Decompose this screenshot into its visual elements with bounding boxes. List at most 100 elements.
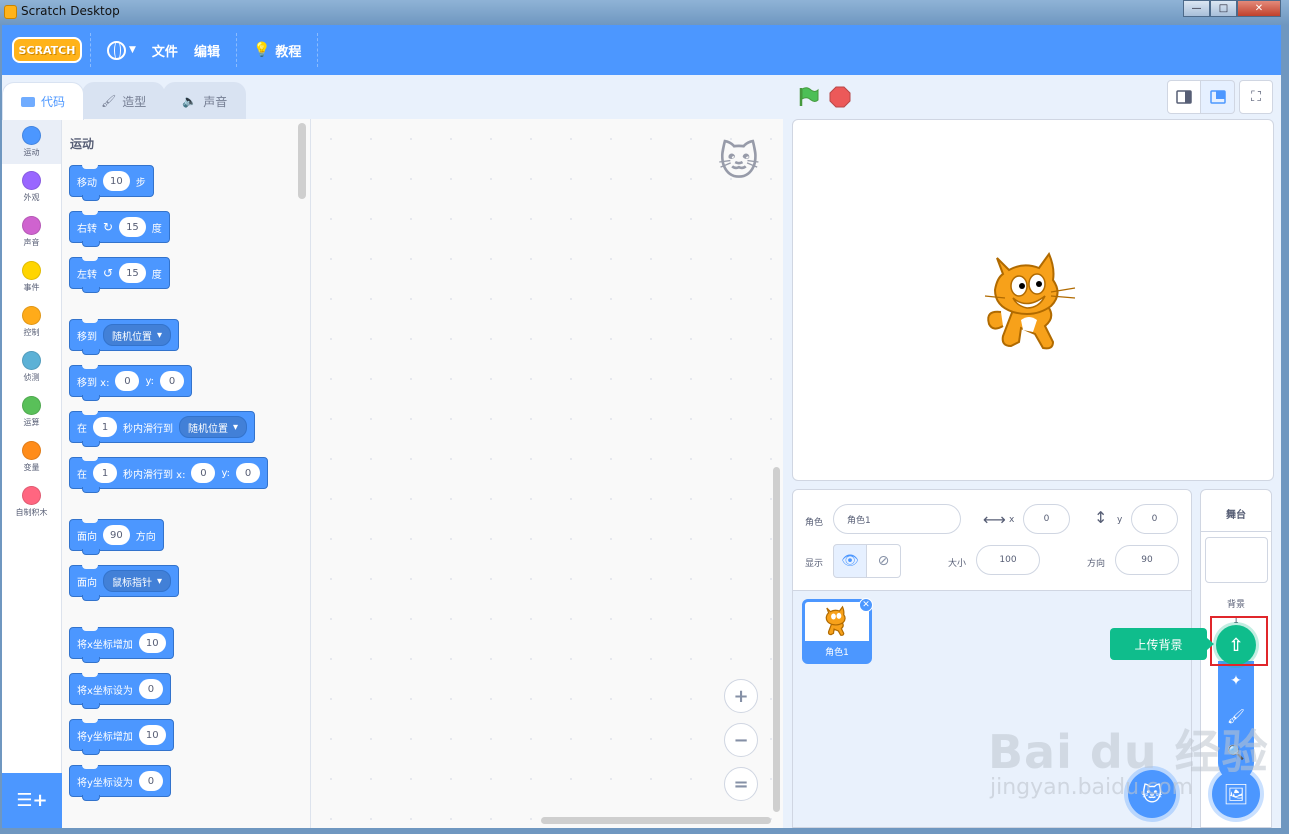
block-input-x[interactable]: 0 xyxy=(191,463,216,483)
sprite-name-label: 角色 xyxy=(805,518,824,528)
category-operators[interactable]: 运算 xyxy=(2,389,61,434)
block-input[interactable]: 10 xyxy=(138,633,166,653)
window-controls: — □ ✕ xyxy=(1183,0,1281,17)
eye-icon: 👁 xyxy=(841,553,859,569)
block-goto-xy[interactable]: 移到 x: 0 y: 0 xyxy=(69,365,193,401)
search-icon: 🔍 xyxy=(1227,745,1245,761)
workspace-horizontal-scrollbar[interactable] xyxy=(541,817,771,824)
block-turn-right[interactable]: 右转 ↻ 15 度 xyxy=(69,211,170,247)
sprite-tile-name: 角色1 xyxy=(805,641,869,661)
block-glide-xy[interactable]: 在 1 秒内滑行到 x: 0 y: 0 xyxy=(69,457,269,493)
hide-sprite-button[interactable]: ⊘ xyxy=(867,544,901,578)
tutorials-menu[interactable]: 💡 教程 xyxy=(245,41,309,60)
add-backdrop-button[interactable]: 🖼 xyxy=(1212,770,1260,818)
block-move-steps[interactable]: 移动 10 步 xyxy=(69,165,154,201)
window-title: Scratch Desktop xyxy=(21,4,120,18)
small-stage-button[interactable] xyxy=(1167,80,1201,114)
stop-sign-icon[interactable] xyxy=(829,86,851,108)
stage-canvas[interactable] xyxy=(792,119,1274,481)
tab-costumes[interactable]: 🖌 造型 xyxy=(82,82,166,119)
block-input[interactable]: 10 xyxy=(103,171,130,191)
minimize-button[interactable]: — xyxy=(1183,0,1210,17)
category-events[interactable]: 事件 xyxy=(2,254,61,299)
window-frame-bottom xyxy=(0,828,1289,834)
block-set-x[interactable]: 将x坐标设为 0 xyxy=(69,673,171,709)
file-menu[interactable]: 文件 xyxy=(144,41,186,60)
block-change-y[interactable]: 将y坐标增加 10 xyxy=(69,719,174,755)
x-input[interactable]: 0 xyxy=(1023,504,1070,534)
category-variables[interactable]: 变量 xyxy=(2,434,61,479)
block-input[interactable]: 1 xyxy=(93,463,117,483)
delete-sprite-button[interactable]: ✕ xyxy=(859,598,873,612)
block-input[interactable]: 90 xyxy=(103,525,130,545)
block-point-towards[interactable]: 面向 鼠标指针 ▾ xyxy=(69,565,180,601)
block-change-x[interactable]: 将x坐标增加 10 xyxy=(69,627,174,663)
block-input[interactable]: 0 xyxy=(138,771,163,791)
surprise-button[interactable]: ✦ xyxy=(1218,663,1254,699)
block-glide-to[interactable]: 在 1 秒内滑行到 随机位置 ▾ xyxy=(69,411,256,447)
y-input[interactable]: 0 xyxy=(1131,504,1178,534)
fullscreen-button[interactable]: ⛶ xyxy=(1239,80,1273,114)
block-text: 将x坐标增加 xyxy=(77,639,133,651)
block-dropdown[interactable]: 随机位置 ▾ xyxy=(179,416,248,438)
choose-backdrop-button[interactable]: 🔍 xyxy=(1218,735,1254,771)
green-flag-icon[interactable] xyxy=(797,86,819,108)
block-dropdown[interactable]: 鼠标指针 ▾ xyxy=(103,570,172,592)
zoom-out-button[interactable]: − xyxy=(724,723,758,757)
add-extension-button[interactable]: ☰+ xyxy=(2,773,62,828)
category-motion[interactable]: 运动 xyxy=(2,119,61,164)
close-window-button[interactable]: ✕ xyxy=(1237,0,1281,17)
menu-divider xyxy=(235,33,237,67)
block-input[interactable]: 15 xyxy=(119,217,146,237)
block-text: 度 xyxy=(151,269,162,281)
category-dot xyxy=(22,305,41,325)
large-stage-button[interactable] xyxy=(1201,80,1235,114)
block-set-y[interactable]: 将y坐标设为 0 xyxy=(69,765,171,801)
scratch-app-icon xyxy=(4,5,17,19)
block-input[interactable]: 1 xyxy=(93,417,117,437)
block-point-direction[interactable]: 面向 90 方向 xyxy=(69,519,164,555)
sprite-tile[interactable]: ✕ 角色1 xyxy=(802,598,873,664)
image-add-icon: 🖼 xyxy=(1223,782,1249,806)
tab-sounds[interactable]: 🔈 声音 xyxy=(163,82,247,119)
code-workspace[interactable] xyxy=(311,119,783,828)
lightbulb-icon: 💡 xyxy=(252,42,271,58)
category-sensing[interactable]: 侦测 xyxy=(2,344,61,389)
block-input-x[interactable]: 0 xyxy=(115,371,140,391)
category-looks[interactable]: 外观 xyxy=(2,164,61,209)
language-menu[interactable]: ▼ xyxy=(99,40,144,60)
window-frame-right xyxy=(1281,25,1289,834)
paint-button[interactable]: 🖌 xyxy=(1218,699,1254,735)
direction-input[interactable]: 90 xyxy=(1115,545,1179,575)
zoom-in-icon: + xyxy=(733,685,749,707)
show-sprite-button[interactable]: 👁 xyxy=(833,544,867,578)
category-control[interactable]: 控制 xyxy=(2,299,61,344)
scratch-logo[interactable]: SCRATCH xyxy=(12,37,82,63)
category-sound[interactable]: 声音 xyxy=(2,209,61,254)
sprite-name-input[interactable]: 角色1 xyxy=(833,504,961,534)
category-my-blocks[interactable]: 自制积木 xyxy=(2,479,61,524)
cat-sprite[interactable] xyxy=(983,248,1085,354)
block-input[interactable]: 10 xyxy=(138,725,166,745)
zoom-in-button[interactable]: + xyxy=(724,679,758,713)
workspace-vertical-scrollbar[interactable] xyxy=(773,467,780,812)
block-turn-left[interactable]: 左转 ↺ 15 度 xyxy=(69,257,170,293)
zoom-reset-button[interactable]: = xyxy=(724,767,758,801)
block-goto[interactable]: 移到 随机位置 ▾ xyxy=(69,319,180,355)
edit-menu[interactable]: 编辑 xyxy=(186,41,228,60)
maximize-button[interactable]: □ xyxy=(1210,0,1237,17)
cat-thumbnail-icon xyxy=(825,605,846,636)
size-input[interactable]: 100 xyxy=(976,545,1040,575)
block-input-y[interactable]: 0 xyxy=(236,463,261,483)
editor-tabs: 代码 🖌 造型 🔈 声音 xyxy=(2,82,247,120)
tab-code[interactable]: 代码 xyxy=(2,82,85,120)
block-dropdown[interactable]: 随机位置 ▾ xyxy=(103,324,172,346)
rotate-right-icon: ↻ xyxy=(103,220,114,234)
block-input[interactable]: 0 xyxy=(138,679,163,699)
block-input[interactable]: 15 xyxy=(119,263,146,283)
block-text: 方向 xyxy=(135,531,156,543)
block-input-y[interactable]: 0 xyxy=(160,371,185,391)
add-sprite-button[interactable]: 🐱 xyxy=(1128,770,1176,818)
palette-scrollbar[interactable] xyxy=(298,123,306,199)
stage-thumbnail[interactable] xyxy=(1205,537,1268,583)
